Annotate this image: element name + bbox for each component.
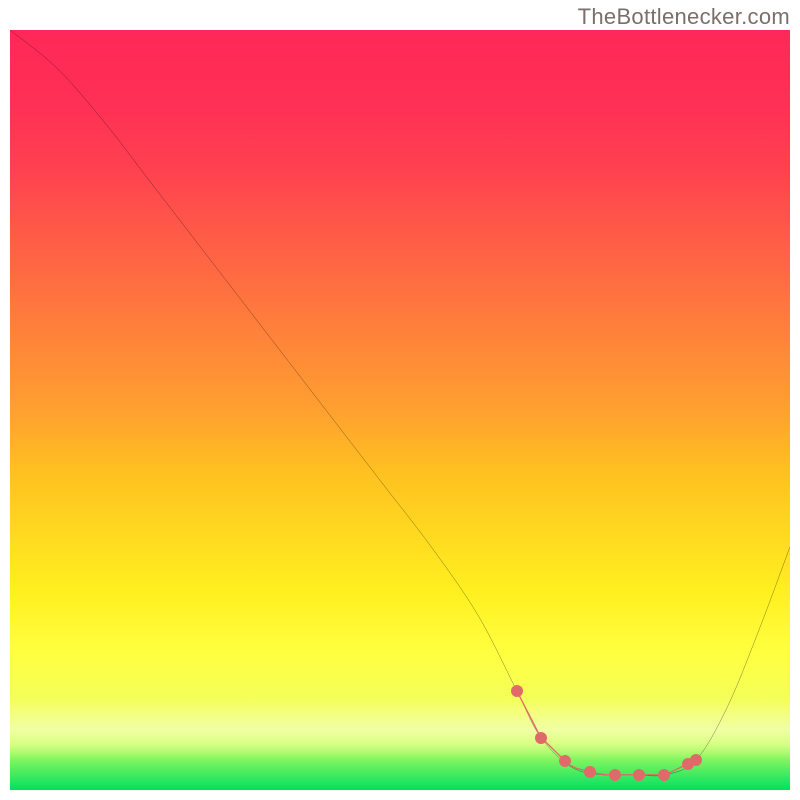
flat-region-dot: [511, 685, 523, 697]
flat-region-dot: [559, 755, 571, 767]
flat-region-dots: [10, 30, 790, 790]
chart-area: [10, 30, 790, 790]
flat-region-dot: [633, 769, 645, 781]
flat-region-dot: [584, 766, 596, 778]
flat-region-dot: [535, 732, 547, 744]
flat-region-dot: [690, 754, 702, 766]
watermark-text: TheBottlenecker.com: [578, 4, 790, 30]
flat-region-dot: [609, 769, 621, 781]
flat-region-dot: [658, 769, 670, 781]
